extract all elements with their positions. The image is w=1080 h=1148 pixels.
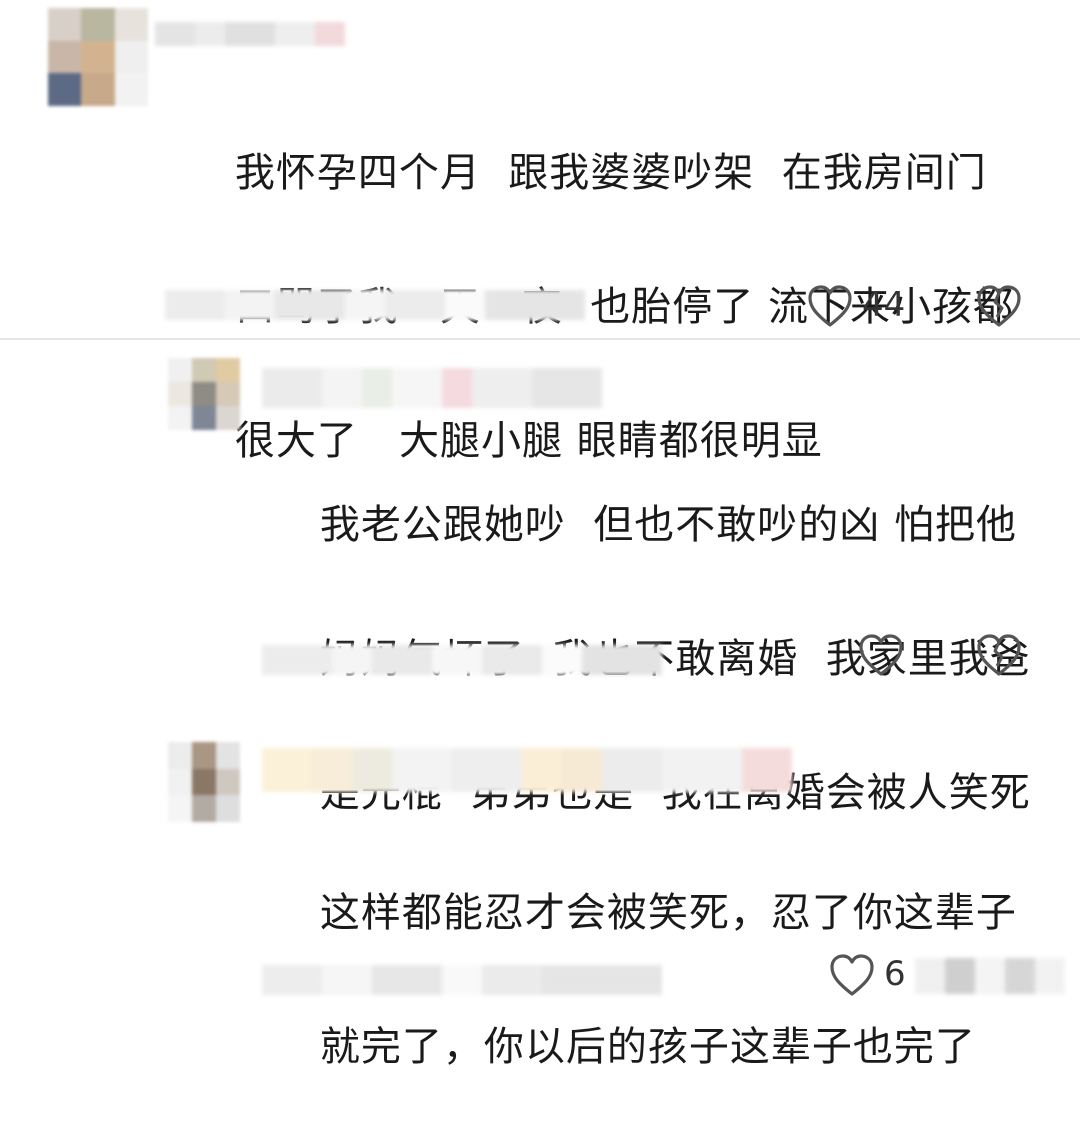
- comment-item: 我怀孕四个月 跟我婆婆吵架 在我房间门 口骂了我一天一夜 也胎停了 流下来小孩都…: [0, 0, 1080, 464]
- like-count: 44: [862, 285, 906, 325]
- comment-line: 我怀孕四个月 跟我婆婆吵架 在我房间门: [234, 150, 987, 196]
- comment-meta: [262, 965, 662, 995]
- broken-heart-icon[interactable]: [975, 632, 1023, 678]
- avatar[interactable]: [168, 742, 240, 822]
- author-name[interactable]: [155, 22, 345, 46]
- comment-meta: [262, 645, 662, 675]
- avatar[interactable]: [48, 8, 148, 106]
- blurred-icon: [915, 958, 1065, 994]
- comment-line: 我老公跟她吵 但也不敢吵的凶 怕把他: [319, 502, 1018, 548]
- comment-line: 这样都能忍才会被笑死，忍了你这辈子: [319, 890, 1017, 936]
- comment-line: 就完了，你以后的孩子这辈子也完了: [319, 1024, 976, 1070]
- heart-outline-icon[interactable]: [806, 283, 854, 329]
- author-name[interactable]: [262, 368, 602, 408]
- comment-item: 这样都能忍才会被笑死，忍了你这辈子 就完了，你以后的孩子这辈子也完了 6: [0, 700, 1080, 1070]
- avatar[interactable]: [168, 358, 240, 430]
- broken-heart-icon[interactable]: [975, 283, 1023, 329]
- heart-outline-icon[interactable]: [857, 632, 905, 678]
- comment-item: 我老公跟她吵 但也不敢吵的凶 怕把他 妈妈气坏了 我也不敢离婚 我家里我爸 是光…: [0, 340, 1080, 816]
- like-count: 6: [884, 954, 906, 994]
- heart-outline-icon[interactable]: [828, 952, 876, 998]
- author-name[interactable]: [262, 748, 792, 792]
- comment-meta: [165, 290, 585, 320]
